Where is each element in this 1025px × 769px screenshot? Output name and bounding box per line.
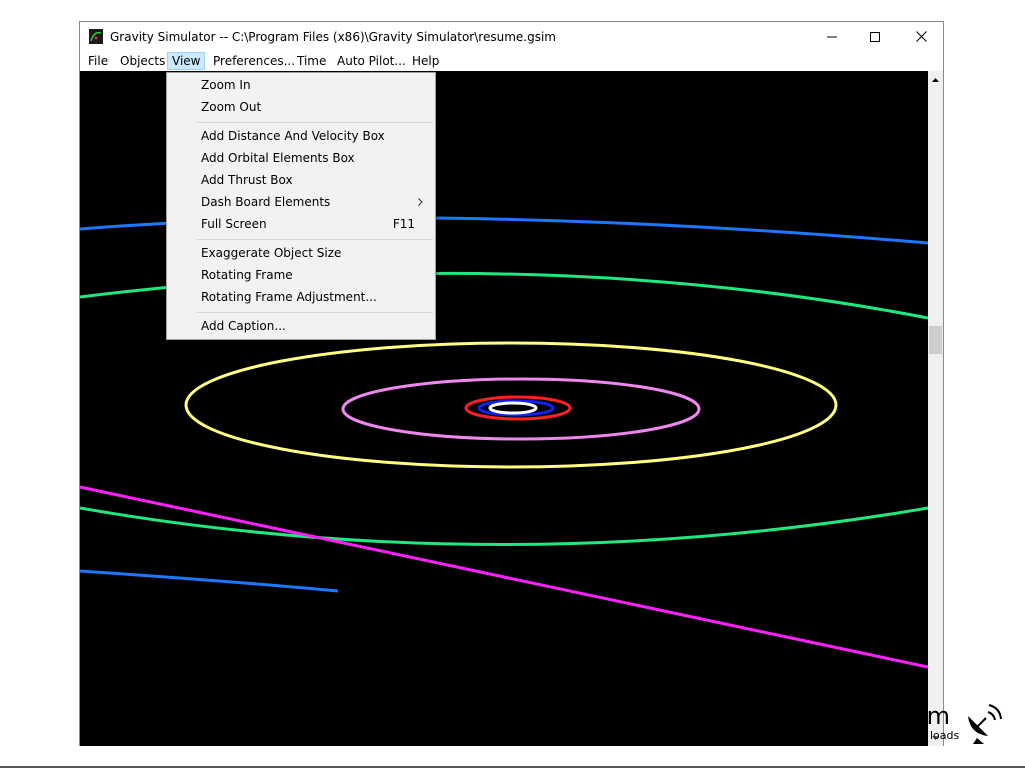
menu-time[interactable]: Time bbox=[292, 52, 331, 70]
menu-item-zoom-out[interactable]: Zoom Out bbox=[169, 96, 433, 118]
maximize-button[interactable] bbox=[852, 22, 898, 51]
title-bar[interactable]: Gravity Simulator -- C:\Program Files (x… bbox=[80, 22, 943, 51]
menu-item-label: Add Distance And Velocity Box bbox=[201, 129, 385, 143]
menu-separator bbox=[197, 122, 433, 123]
menu-item-shortcut: F11 bbox=[392, 217, 415, 231]
menu-item-label: Rotating Frame bbox=[201, 268, 293, 282]
menu-item-label: Add Thrust Box bbox=[201, 173, 293, 187]
view-menu-dropdown: Zoom In Zoom Out Add Distance And Veloci… bbox=[166, 72, 436, 340]
scroll-up-arrow-icon bbox=[932, 77, 939, 82]
menu-item-rotating-frame[interactable]: Rotating Frame bbox=[169, 264, 433, 286]
screen-bottom-border bbox=[0, 766, 1025, 768]
app-icon bbox=[89, 29, 103, 44]
watermark-logo: om loads bbox=[912, 700, 1002, 745]
menu-preferences[interactable]: Preferences... bbox=[208, 52, 300, 70]
chevron-right-icon bbox=[418, 198, 423, 206]
menu-objects[interactable]: Objects bbox=[115, 52, 170, 70]
menu-item-exaggerate-object-size[interactable]: Exaggerate Object Size bbox=[169, 242, 433, 264]
menu-item-add-distance-velocity-box[interactable]: Add Distance And Velocity Box bbox=[169, 125, 433, 147]
vertical-scrollbar[interactable] bbox=[928, 71, 943, 746]
scroll-up-button[interactable] bbox=[928, 71, 943, 88]
trajectory-blue-bottom bbox=[80, 569, 339, 593]
menu-help[interactable]: Help bbox=[407, 52, 444, 70]
menu-item-rotating-frame-adjustment[interactable]: Rotating Frame Adjustment... bbox=[169, 286, 433, 308]
orbit-yellow bbox=[184, 341, 838, 469]
menu-item-label: Add Orbital Elements Box bbox=[201, 151, 355, 165]
menu-item-add-thrust-box[interactable]: Add Thrust Box bbox=[169, 169, 433, 191]
menu-item-label: Zoom Out bbox=[201, 100, 262, 114]
trajectory-magenta bbox=[80, 485, 928, 669]
menu-item-add-caption[interactable]: Add Caption... bbox=[169, 315, 433, 337]
close-button[interactable] bbox=[898, 22, 944, 51]
maximize-icon bbox=[870, 31, 880, 42]
menu-item-label: Rotating Frame Adjustment... bbox=[201, 290, 377, 304]
menu-separator bbox=[197, 239, 433, 240]
minimize-icon bbox=[827, 36, 837, 37]
watermark-text: om bbox=[912, 702, 951, 730]
orbit-pink bbox=[341, 377, 701, 441]
menu-item-label: Dash Board Elements bbox=[201, 195, 331, 209]
satellite-dish-icon bbox=[968, 704, 1002, 744]
orbit-white bbox=[488, 401, 538, 415]
minimize-button[interactable] bbox=[809, 22, 855, 51]
menu-file[interactable]: File bbox=[83, 52, 113, 70]
menu-auto-pilot[interactable]: Auto Pilot... bbox=[332, 52, 411, 70]
scrollbar-thumb[interactable] bbox=[929, 326, 942, 354]
menu-bar: File Objects View Preferences... Time Au… bbox=[80, 51, 943, 71]
menu-item-add-orbital-elements-box[interactable]: Add Orbital Elements Box bbox=[169, 147, 433, 169]
menu-item-label: Full Screen bbox=[201, 217, 267, 231]
menu-item-dash-board-elements[interactable]: Dash Board Elements bbox=[169, 191, 433, 213]
menu-view[interactable]: View bbox=[167, 52, 206, 70]
close-icon bbox=[915, 31, 927, 42]
window-title: Gravity Simulator -- C:\Program Files (x… bbox=[110, 30, 556, 44]
menu-item-label: Zoom In bbox=[201, 78, 251, 92]
menu-item-zoom-in[interactable]: Zoom In bbox=[169, 74, 433, 96]
watermark-subtext: loads bbox=[930, 729, 960, 742]
menu-item-full-screen[interactable]: Full Screen F11 bbox=[169, 213, 433, 235]
menu-item-label: Add Caption... bbox=[201, 319, 286, 333]
menu-separator bbox=[197, 312, 433, 313]
menu-item-label: Exaggerate Object Size bbox=[201, 246, 342, 260]
